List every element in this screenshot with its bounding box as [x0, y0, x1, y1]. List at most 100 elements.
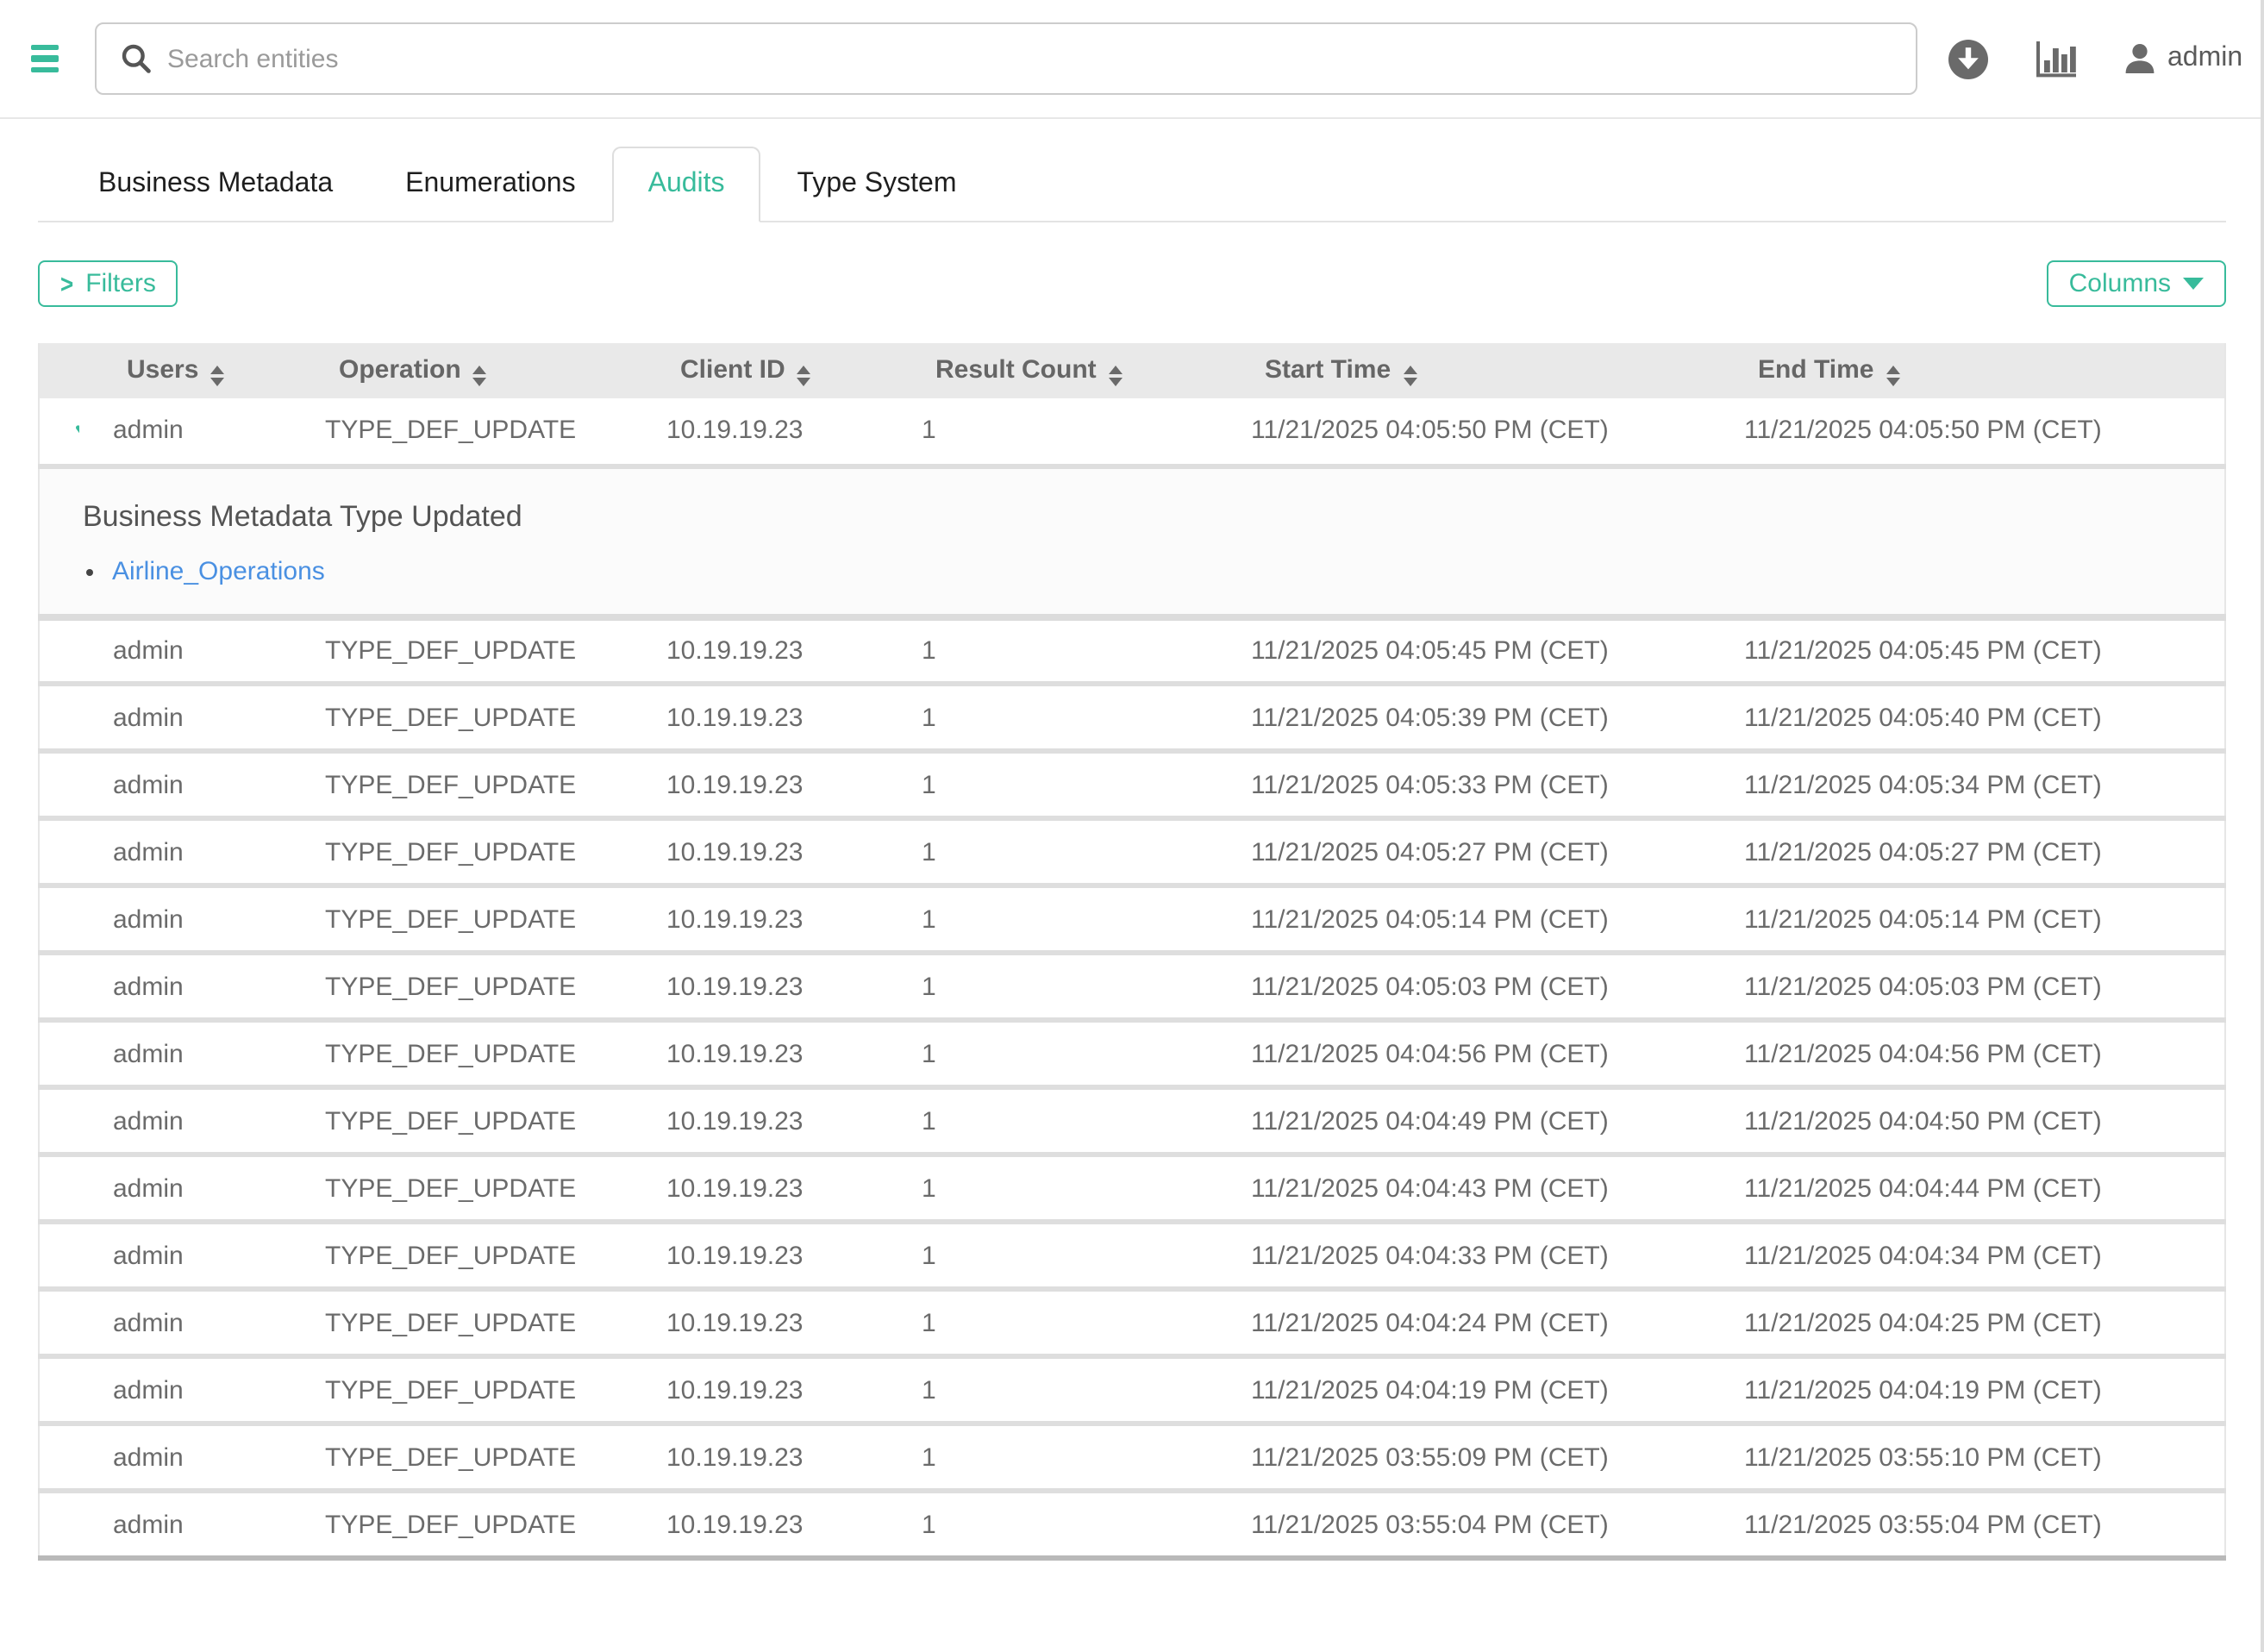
cell-users: admin: [78, 953, 291, 1020]
chevron-right-icon: [74, 1311, 78, 1336]
cell-result-count: 1: [887, 1020, 1216, 1087]
column-header-client-id[interactable]: Client ID: [632, 343, 887, 398]
cell-operation: TYPE_DEF_UPDATE: [291, 1155, 632, 1222]
table-row: adminTYPE_DEF_UPDATE10.19.19.23111/21/20…: [39, 398, 2225, 466]
cell-result-count: 1: [887, 1155, 1216, 1222]
row-expander[interactable]: [39, 1491, 78, 1558]
table-row: adminTYPE_DEF_UPDATE10.19.19.23111/21/20…: [39, 1491, 2225, 1558]
scrollbar-edge: [2261, 0, 2264, 1652]
top-bar: admin: [0, 0, 2264, 119]
cell-users: admin: [78, 616, 291, 684]
cell-result-count: 1: [887, 1424, 1216, 1491]
row-expander[interactable]: [39, 684, 78, 751]
cell-client-id: 10.19.19.23: [632, 1087, 887, 1155]
filters-button[interactable]: > Filters: [38, 260, 178, 307]
hamburger-menu-icon[interactable]: [31, 45, 59, 73]
column-header-end-time[interactable]: End Time: [1710, 343, 2225, 398]
table-row: adminTYPE_DEF_UPDATE10.19.19.23111/21/20…: [39, 1020, 2225, 1087]
bar-chart-icon[interactable]: [2035, 40, 2078, 78]
cell-users: admin: [78, 1356, 291, 1424]
chevron-down-icon: [73, 420, 78, 444]
table-row: adminTYPE_DEF_UPDATE10.19.19.231 11/21/20…: [39, 1424, 2225, 1491]
tab-business-metadata[interactable]: Business Metadata: [62, 147, 369, 222]
cell-result-count: 1: [887, 616, 1216, 684]
row-expander[interactable]: [39, 1155, 78, 1222]
chevron-right-icon: [74, 639, 78, 665]
cell-client-id: 10.19.19.23: [632, 1491, 887, 1558]
tab-enumerations[interactable]: Enumerations: [369, 147, 611, 222]
cell-start-time: 11/21/2025 04:05:33 PM (CET): [1216, 751, 1710, 818]
chevron-right-icon: [74, 773, 78, 798]
column-header-users[interactable]: Users: [78, 343, 291, 398]
row-expander[interactable]: [39, 616, 78, 684]
cell-users: admin: [78, 1424, 291, 1491]
cell-end-time: 11/21/2025 04:05:34 PM (CET): [1710, 751, 2225, 818]
row-expander[interactable]: [39, 1289, 78, 1356]
cell-result-count: 1: [887, 818, 1216, 885]
row-expander[interactable]: [39, 1222, 78, 1289]
cell-operation: TYPE_DEF_UPDATE: [291, 1356, 632, 1424]
row-expander[interactable]: [39, 885, 78, 953]
table-row: adminTYPE_DEF_UPDATE10.19.19.23111/21/20…: [39, 1155, 2225, 1222]
cell-users: admin: [78, 885, 291, 953]
detail-list-item: Airline_Operations: [112, 556, 2224, 585]
chevron-right-icon: [74, 1176, 78, 1202]
search-input[interactable]: [95, 22, 1917, 95]
detail-title: Business Metadata Type Updated: [83, 499, 2224, 534]
row-expander[interactable]: [39, 751, 78, 818]
columns-button-label: Columns: [2069, 269, 2171, 298]
cell-end-time: 11/21/2025 04:05:45 PM (CET): [1710, 616, 2225, 684]
cell-end-time: 11/21/2025 04:04:25 PM (CET): [1710, 1289, 2225, 1356]
cell-operation: TYPE_DEF_UPDATE: [291, 684, 632, 751]
cell-client-id: 10.19.19.23: [632, 1020, 887, 1087]
cell-end-time: 11/21/2025 04:04:56 PM (CET): [1710, 1020, 2225, 1087]
cell-users: admin: [78, 1155, 291, 1222]
chevron-right-icon: [74, 974, 78, 1000]
column-header-operation[interactable]: Operation: [291, 343, 632, 398]
columns-button[interactable]: Columns: [2047, 260, 2226, 307]
column-header-start-time[interactable]: Start Time: [1216, 343, 1710, 398]
row-expander[interactable]: [39, 818, 78, 885]
cell-start-time: 11/21/2025 04:05:14 PM (CET): [1216, 885, 1710, 953]
column-label: End Time: [1758, 355, 1874, 385]
user-menu[interactable]: admin: [2124, 43, 2242, 74]
cell-operation: TYPE_DEF_UPDATE: [291, 1289, 632, 1356]
cell-client-id: 10.19.19.23: [632, 684, 887, 751]
table-row: adminTYPE_DEF_UPDATE10.19.19.23111/21/20…: [39, 1356, 2225, 1424]
cell-start-time: 11/21/2025 04:05:39 PM (CET): [1216, 684, 1710, 751]
tab-type-system[interactable]: Type System: [761, 147, 993, 222]
app-window: admin Business Metadata Enumerations Aud…: [0, 0, 2264, 1652]
cell-users: admin: [78, 684, 291, 751]
cell-end-time: 11/21/2025 03:55:04 PM (CET): [1710, 1491, 2225, 1558]
detail-list: Airline_Operations: [83, 556, 2224, 585]
cell-operation: TYPE_DEF_UPDATE: [291, 1020, 632, 1087]
cell-client-id: 10.19.19.23: [632, 1424, 887, 1491]
cell-end-time: 11/21/2025 03:55:10 PM (CET): [1710, 1424, 2225, 1491]
cell-operation: TYPE_DEF_UPDATE: [291, 751, 632, 818]
row-expander[interactable]: [39, 1356, 78, 1424]
row-expander[interactable]: [39, 953, 78, 1020]
cell-start-time: 11/21/2025 04:04:56 PM (CET): [1216, 1020, 1710, 1087]
cell-operation: TYPE_DEF_UPDATE: [291, 1424, 632, 1491]
cell-end-time: 11/21/2025 04:05:40 PM (CET): [1710, 684, 2225, 751]
cell-operation: TYPE_DEF_UPDATE: [291, 1222, 632, 1289]
download-icon[interactable]: [1948, 39, 1988, 78]
tab-audits[interactable]: Audits: [612, 147, 761, 222]
cell-result-count: 1: [887, 1356, 1216, 1424]
row-expander[interactable]: [39, 1020, 78, 1087]
cell-users: admin: [78, 398, 291, 466]
row-expander[interactable]: [39, 1087, 78, 1155]
username: admin: [2167, 43, 2242, 74]
detail-entity-link[interactable]: Airline_Operations: [112, 556, 325, 585]
cell-users: admin: [78, 751, 291, 818]
row-expander[interactable]: [39, 1424, 78, 1491]
cell-start-time: 11/21/2025 04:05:50 PM (CET): [1216, 398, 1710, 466]
column-header-result-count[interactable]: Result Count: [887, 343, 1216, 398]
cell-end-time: 11/21/2025 04:05:50 PM (CET): [1710, 398, 2225, 466]
chevron-right-icon: [74, 840, 78, 866]
expanded-detail-row: Business Metadata Type Updated Airline_Op…: [39, 466, 2225, 616]
cell-start-time: 11/21/2025 04:05:45 PM (CET): [1216, 616, 1710, 684]
row-expander[interactable]: [39, 398, 78, 466]
cell-result-count: 1: [887, 1087, 1216, 1155]
chevron-right-icon: [74, 705, 78, 731]
